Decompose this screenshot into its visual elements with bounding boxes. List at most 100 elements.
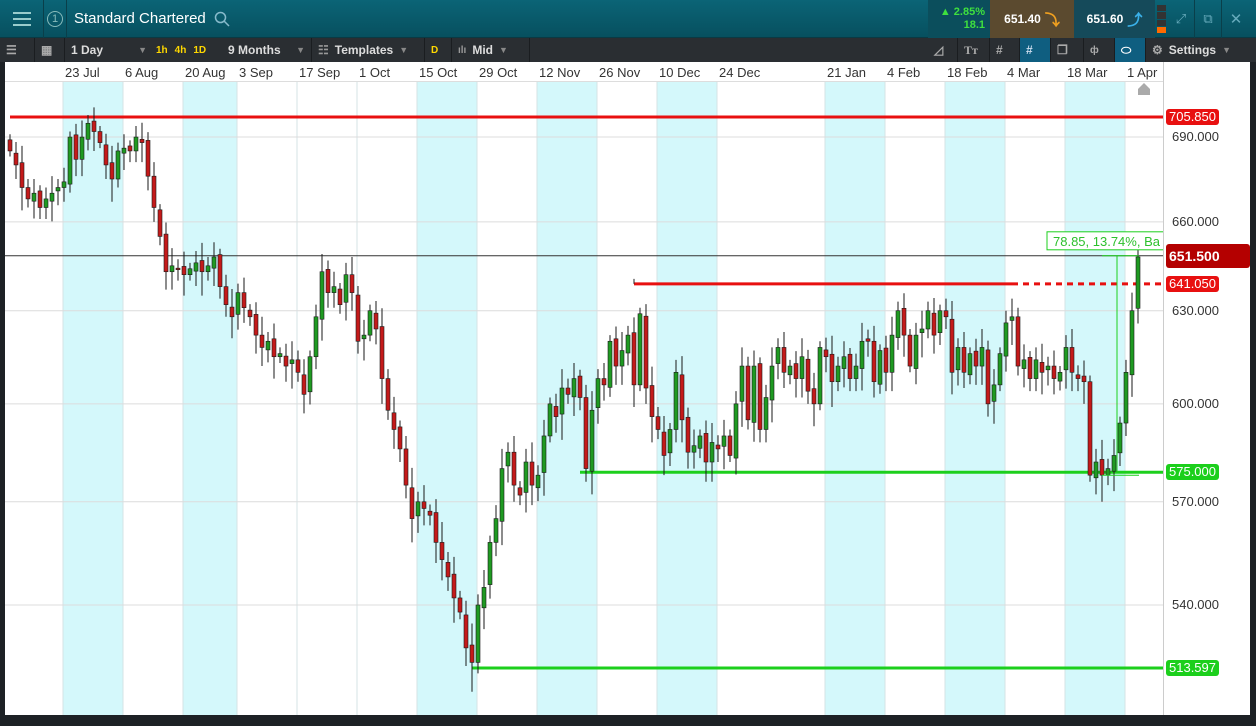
candle-up (859, 340, 865, 369)
interval-select[interactable]: 1 Day ▼ (65, 38, 153, 62)
templates-button[interactable]: ☷ Templates ▼ (312, 38, 425, 62)
buy-button[interactable]: 651.60 ⤴ (1074, 0, 1155, 38)
candle-down (397, 426, 403, 450)
search-icon[interactable] (214, 11, 230, 27)
candle-up (835, 365, 841, 383)
candle-down (793, 363, 799, 379)
text-icon: Tт (964, 42, 978, 57)
drawing-tool-button[interactable]: ◿ (928, 38, 958, 62)
candle-down (727, 435, 733, 456)
candle-down (583, 397, 589, 469)
candle-down (631, 332, 637, 386)
candle-up (697, 435, 703, 449)
chart-toolbar: ☰ ▦ 1 Day ▼ 1h 4h 1D 9 Months ▼ ☷ Templates… (0, 38, 1256, 62)
sell-button[interactable]: 651.40 ⤵ (990, 0, 1074, 38)
candle-down (553, 406, 559, 417)
candle-down (679, 374, 685, 421)
settings-button[interactable]: ⚙ Settings ▼ (1146, 38, 1250, 62)
candle-down (439, 542, 445, 560)
shaded-band (657, 82, 717, 715)
candle-down (847, 353, 853, 379)
d-toggle[interactable]: D (425, 38, 452, 62)
candle-down (325, 269, 331, 293)
candle-down (655, 416, 661, 430)
grid-toggle[interactable]: # (990, 38, 1020, 62)
trendline-icon: ◿ (934, 43, 944, 57)
candle-up (559, 387, 565, 415)
candle-up (619, 350, 625, 367)
interval-1d[interactable]: 1D (193, 45, 206, 56)
candle-down (145, 140, 151, 177)
list-icon: ☰ (6, 43, 17, 57)
candle-down (199, 260, 205, 273)
candle-down (301, 374, 307, 395)
chart-plot[interactable]: 78.85, 13.74%, Ba (5, 82, 1163, 715)
date-tick-label: 18 Mar (1067, 65, 1108, 80)
candle-up (739, 365, 745, 402)
shaded-band (1065, 82, 1125, 715)
layout-button[interactable]: ▦ (35, 38, 65, 62)
popout-button[interactable]: ⧉ (1195, 0, 1222, 38)
candle-up (313, 316, 319, 358)
date-tick-label: 29 Oct (479, 65, 518, 80)
candle-up (541, 435, 547, 473)
candle-down (37, 190, 43, 208)
chevron-down-icon: ▼ (138, 45, 147, 55)
close-button[interactable]: ✕ (1222, 0, 1250, 38)
candle-up (673, 372, 679, 430)
workspace-number: 1 (47, 11, 63, 27)
indicator-button[interactable]: ф (1084, 38, 1115, 62)
candle-down (229, 306, 235, 318)
instrument-title[interactable]: Standard Chartered (74, 10, 206, 27)
candle-up (769, 365, 775, 401)
candle-up (1117, 422, 1123, 454)
arrow-up-icon: ⤴ (1127, 11, 1143, 29)
price-tick-label: 630.000 (1172, 302, 1219, 318)
price-type-select[interactable]: ılı Mid ▼ (452, 38, 530, 62)
text-tool-button[interactable]: Tт (958, 38, 990, 62)
expand-button[interactable]: ⤢ (1168, 0, 1195, 38)
date-tick-label: 15 Oct (419, 65, 458, 80)
level-label-resistance-high[interactable]: 705.850 (1166, 108, 1219, 125)
candle-up (415, 501, 421, 517)
candle-down (469, 644, 475, 663)
date-tick-label: 18 Feb (947, 65, 988, 80)
candle-down (271, 338, 277, 358)
candle-up (85, 122, 91, 140)
scroll-to-latest-icon[interactable] (1137, 82, 1151, 96)
level-label-resistance-range[interactable]: 641.050 (1166, 275, 1219, 292)
candle-up (841, 356, 847, 369)
interval-4h[interactable]: 4h (175, 45, 187, 56)
candle-down (985, 349, 991, 405)
layers-button[interactable]: ❐ (1051, 38, 1084, 62)
candle-up (121, 147, 127, 154)
price-axis[interactable]: 690.000 660.000 630.000 600.000 570.000 540.0… (1163, 62, 1250, 715)
watchlist-button[interactable]: ☰ (0, 38, 35, 62)
date-tick-label: 6 Aug (125, 65, 159, 80)
candle-down (781, 347, 787, 373)
candle-up (1123, 372, 1129, 424)
label-toggle[interactable]: ⬭ (1115, 38, 1146, 62)
candle-up (235, 292, 241, 315)
level-label-support-range[interactable]: 575.000 (1166, 464, 1219, 481)
candle-up (1021, 359, 1027, 369)
candlestick-chart[interactable]: 78.85, 13.74%, Ba (5, 82, 1163, 715)
candle-up (475, 604, 481, 663)
chevron-down-icon: ▼ (1222, 45, 1232, 55)
candle-up (61, 181, 67, 188)
interval-1h[interactable]: 1h (156, 45, 168, 56)
level-label-support-low[interactable]: 513.597 (1166, 659, 1219, 676)
workspace-badge[interactable]: 1 (44, 0, 67, 38)
crosshair-toggle[interactable]: # (1020, 38, 1051, 62)
menu-button[interactable] (0, 0, 44, 38)
range-select[interactable]: 9 Months ▼ (222, 38, 312, 62)
candle-up (307, 356, 313, 393)
signal-level-icon (1157, 5, 1166, 33)
candle-up (895, 310, 901, 338)
candle-down (811, 388, 817, 405)
candle-down (391, 412, 397, 430)
candle-down (139, 138, 145, 143)
candle-down (649, 385, 655, 417)
candle-down (943, 310, 949, 318)
candle-up (877, 350, 883, 385)
